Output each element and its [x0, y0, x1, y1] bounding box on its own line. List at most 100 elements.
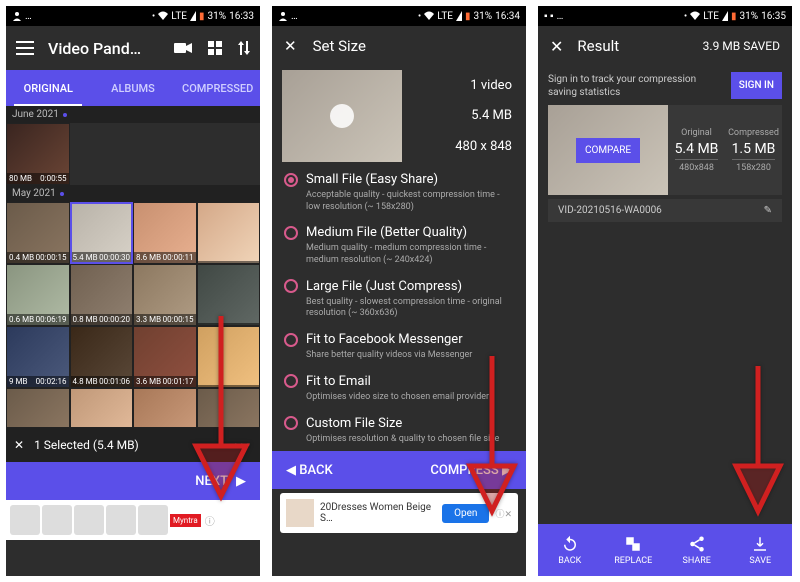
nav-save[interactable]: SAVE — [729, 524, 793, 576]
page-title: Result — [577, 37, 688, 55]
screen-1-video-picker: … • LTE ▮ 31% 16:33 Video Pand… ORIGINAL… — [6, 6, 260, 576]
video-thumb[interactable]: 9 MB00:02:16 — [6, 326, 70, 388]
video-thumb[interactable] — [70, 388, 134, 428]
person-icon — [12, 11, 22, 21]
filename: VID-20210516-WA0006 — [558, 205, 662, 216]
bottom-action-bar: ◀ BACK COMPRESS ▶ — [272, 451, 526, 489]
play-icon — [330, 104, 354, 128]
app-title: Video Pand… — [48, 39, 160, 58]
arrow-right-icon: ▶ — [236, 474, 246, 489]
page-title: Set Size — [313, 37, 366, 55]
download-icon — [751, 535, 769, 553]
video-size: 5.4 MB — [471, 108, 512, 123]
option-email[interactable]: Fit to Email Optimises video size to cho… — [272, 368, 526, 410]
radio-icon — [284, 333, 298, 347]
video-thumb[interactable]: 0.8 MB00:00:20 — [70, 264, 134, 326]
radio-icon — [284, 226, 298, 240]
signin-button[interactable]: SIGN IN — [731, 72, 782, 99]
section-may[interactable]: May 2021 — [6, 185, 260, 202]
radio-icon — [284, 416, 298, 430]
status-bar: … • LTE ▮ 31% 16:33 — [6, 6, 260, 26]
selection-bar: ✕ 1 Selected (5.4 MB) ••• — [6, 428, 260, 462]
video-thumb[interactable]: 8.6 MB00:00:11 — [133, 202, 197, 264]
compressed-dims: 158x280 — [736, 163, 771, 173]
close-icon[interactable]: ✕ — [550, 37, 563, 56]
top-bar: ✕ Set Size — [272, 26, 526, 66]
screen-3-result: ▪ ▪… •LTE▮31%16:35 ✕ Result 3.9 MB SAVED… — [538, 6, 792, 576]
signal-icon — [190, 11, 196, 21]
signin-row: Sign in to track your compression saving… — [538, 66, 792, 105]
edit-icon[interactable]: ✎ — [764, 205, 772, 216]
video-thumb-selected[interactable]: 5.4 MB00:00:30 — [70, 202, 134, 264]
original-dims: 480x848 — [679, 163, 714, 173]
option-messenger[interactable]: Fit to Facebook Messenger Share better q… — [272, 326, 526, 368]
video-count: 1 video — [470, 78, 512, 93]
video-thumb[interactable] — [197, 264, 261, 326]
compare-block: COMPARE Original 5.4 MB 480x848 Compress… — [538, 105, 792, 195]
video-thumb[interactable]: 80 MB0:00:55 — [6, 123, 70, 185]
back-button[interactable]: ◀ BACK — [286, 463, 333, 478]
video-thumb[interactable] — [6, 388, 70, 428]
video-summary: 1 video 5.4 MB 480 x 848 — [272, 66, 526, 166]
video-thumb[interactable] — [197, 326, 261, 388]
section-june[interactable]: June 2021 — [6, 106, 260, 123]
hamburger-icon[interactable] — [16, 41, 34, 55]
screen-2-set-size: … •LTE▮31%16:34 ✕ Set Size 1 video 5.4 M… — [272, 6, 526, 576]
result-header: ✕ Result 3.9 MB SAVED — [538, 26, 792, 66]
option-medium[interactable]: Medium File (Better Quality) Medium qual… — [272, 219, 526, 272]
grid-icon[interactable] — [208, 41, 222, 55]
video-preview[interactable] — [282, 70, 402, 162]
status-bar: ▪ ▪… •LTE▮31%16:35 — [538, 6, 792, 26]
compress-button[interactable]: COMPRESS ▶ — [430, 463, 512, 478]
radio-icon — [284, 279, 298, 293]
app-bar: Video Pand… — [6, 26, 260, 70]
option-large[interactable]: Large File (Just Compress) Best quality … — [272, 273, 526, 326]
camcorder-icon[interactable] — [174, 41, 192, 55]
video-thumb[interactable]: 3.6 MB00:01:17 — [133, 326, 197, 388]
video-thumb[interactable] — [197, 202, 261, 264]
close-icon[interactable]: ✕ — [14, 438, 24, 452]
nav-share[interactable]: SHARE — [665, 524, 729, 576]
video-thumb[interactable] — [197, 388, 261, 428]
wifi-icon — [158, 11, 168, 21]
compare-button[interactable]: COMPARE — [576, 138, 640, 163]
tab-bar: ORIGINAL ALBUMS COMPRESSED — [6, 70, 260, 106]
video-thumb[interactable] — [133, 388, 197, 428]
video-thumb[interactable]: 0.4 MB00:00:15 — [6, 202, 70, 264]
bottom-nav: BACK REPLACE SHARE SAVE — [538, 524, 792, 576]
undo-icon — [561, 535, 579, 553]
tab-albums[interactable]: ALBUMS — [91, 70, 176, 106]
battery-icon: ▮ — [199, 11, 205, 22]
nav-replace[interactable]: REPLACE — [602, 524, 666, 576]
net-label: LTE — [171, 11, 187, 22]
ad-open-button[interactable]: Open — [442, 504, 489, 523]
signin-message: Sign in to track your compression saving… — [548, 73, 723, 99]
share-icon — [688, 535, 706, 553]
close-icon[interactable]: ✕ — [284, 37, 297, 55]
selection-count: 1 Selected (5.4 MB) — [34, 438, 139, 452]
ad-card[interactable]: 20Dresses Women Beige S… Open ⓘ✕ — [280, 493, 518, 533]
tab-original[interactable]: ORIGINAL — [6, 70, 91, 106]
original-size: 5.4 MB — [675, 141, 719, 160]
nav-back[interactable]: BACK — [538, 524, 602, 576]
radio-selected-icon — [284, 173, 298, 187]
video-thumb[interactable]: 0.6 MB00:06:19 — [6, 264, 70, 326]
radio-icon — [284, 374, 298, 388]
saved-amount: 3.9 MB SAVED — [703, 39, 780, 53]
option-small[interactable]: Small File (Easy Share) Acceptable quali… — [272, 166, 526, 219]
replace-icon — [624, 535, 642, 553]
more-icon[interactable]: ••• — [234, 438, 252, 452]
status-bar: … •LTE▮31%16:34 — [272, 6, 526, 26]
video-thumb[interactable]: 4.8 MB00:01:06 — [70, 326, 134, 388]
tab-compressed[interactable]: COMPRESSED — [175, 70, 260, 106]
battery-text: 31% — [208, 11, 227, 22]
option-custom[interactable]: Custom File Size Optimises resolution & … — [272, 410, 526, 452]
ad-banner[interactable]: Myntra ⓘ — [6, 500, 260, 540]
compressed-size: 1.5 MB — [732, 141, 776, 160]
result-preview[interactable]: COMPARE — [548, 105, 668, 195]
sort-icon[interactable] — [238, 41, 250, 55]
video-dims: 480 x 848 — [455, 139, 512, 154]
video-thumb[interactable]: 3.3 MB00:00:15 — [133, 264, 197, 326]
filename-row: VID-20210516-WA0006 ✎ — [548, 199, 782, 222]
next-button[interactable]: NEXT ▶ — [6, 462, 260, 500]
